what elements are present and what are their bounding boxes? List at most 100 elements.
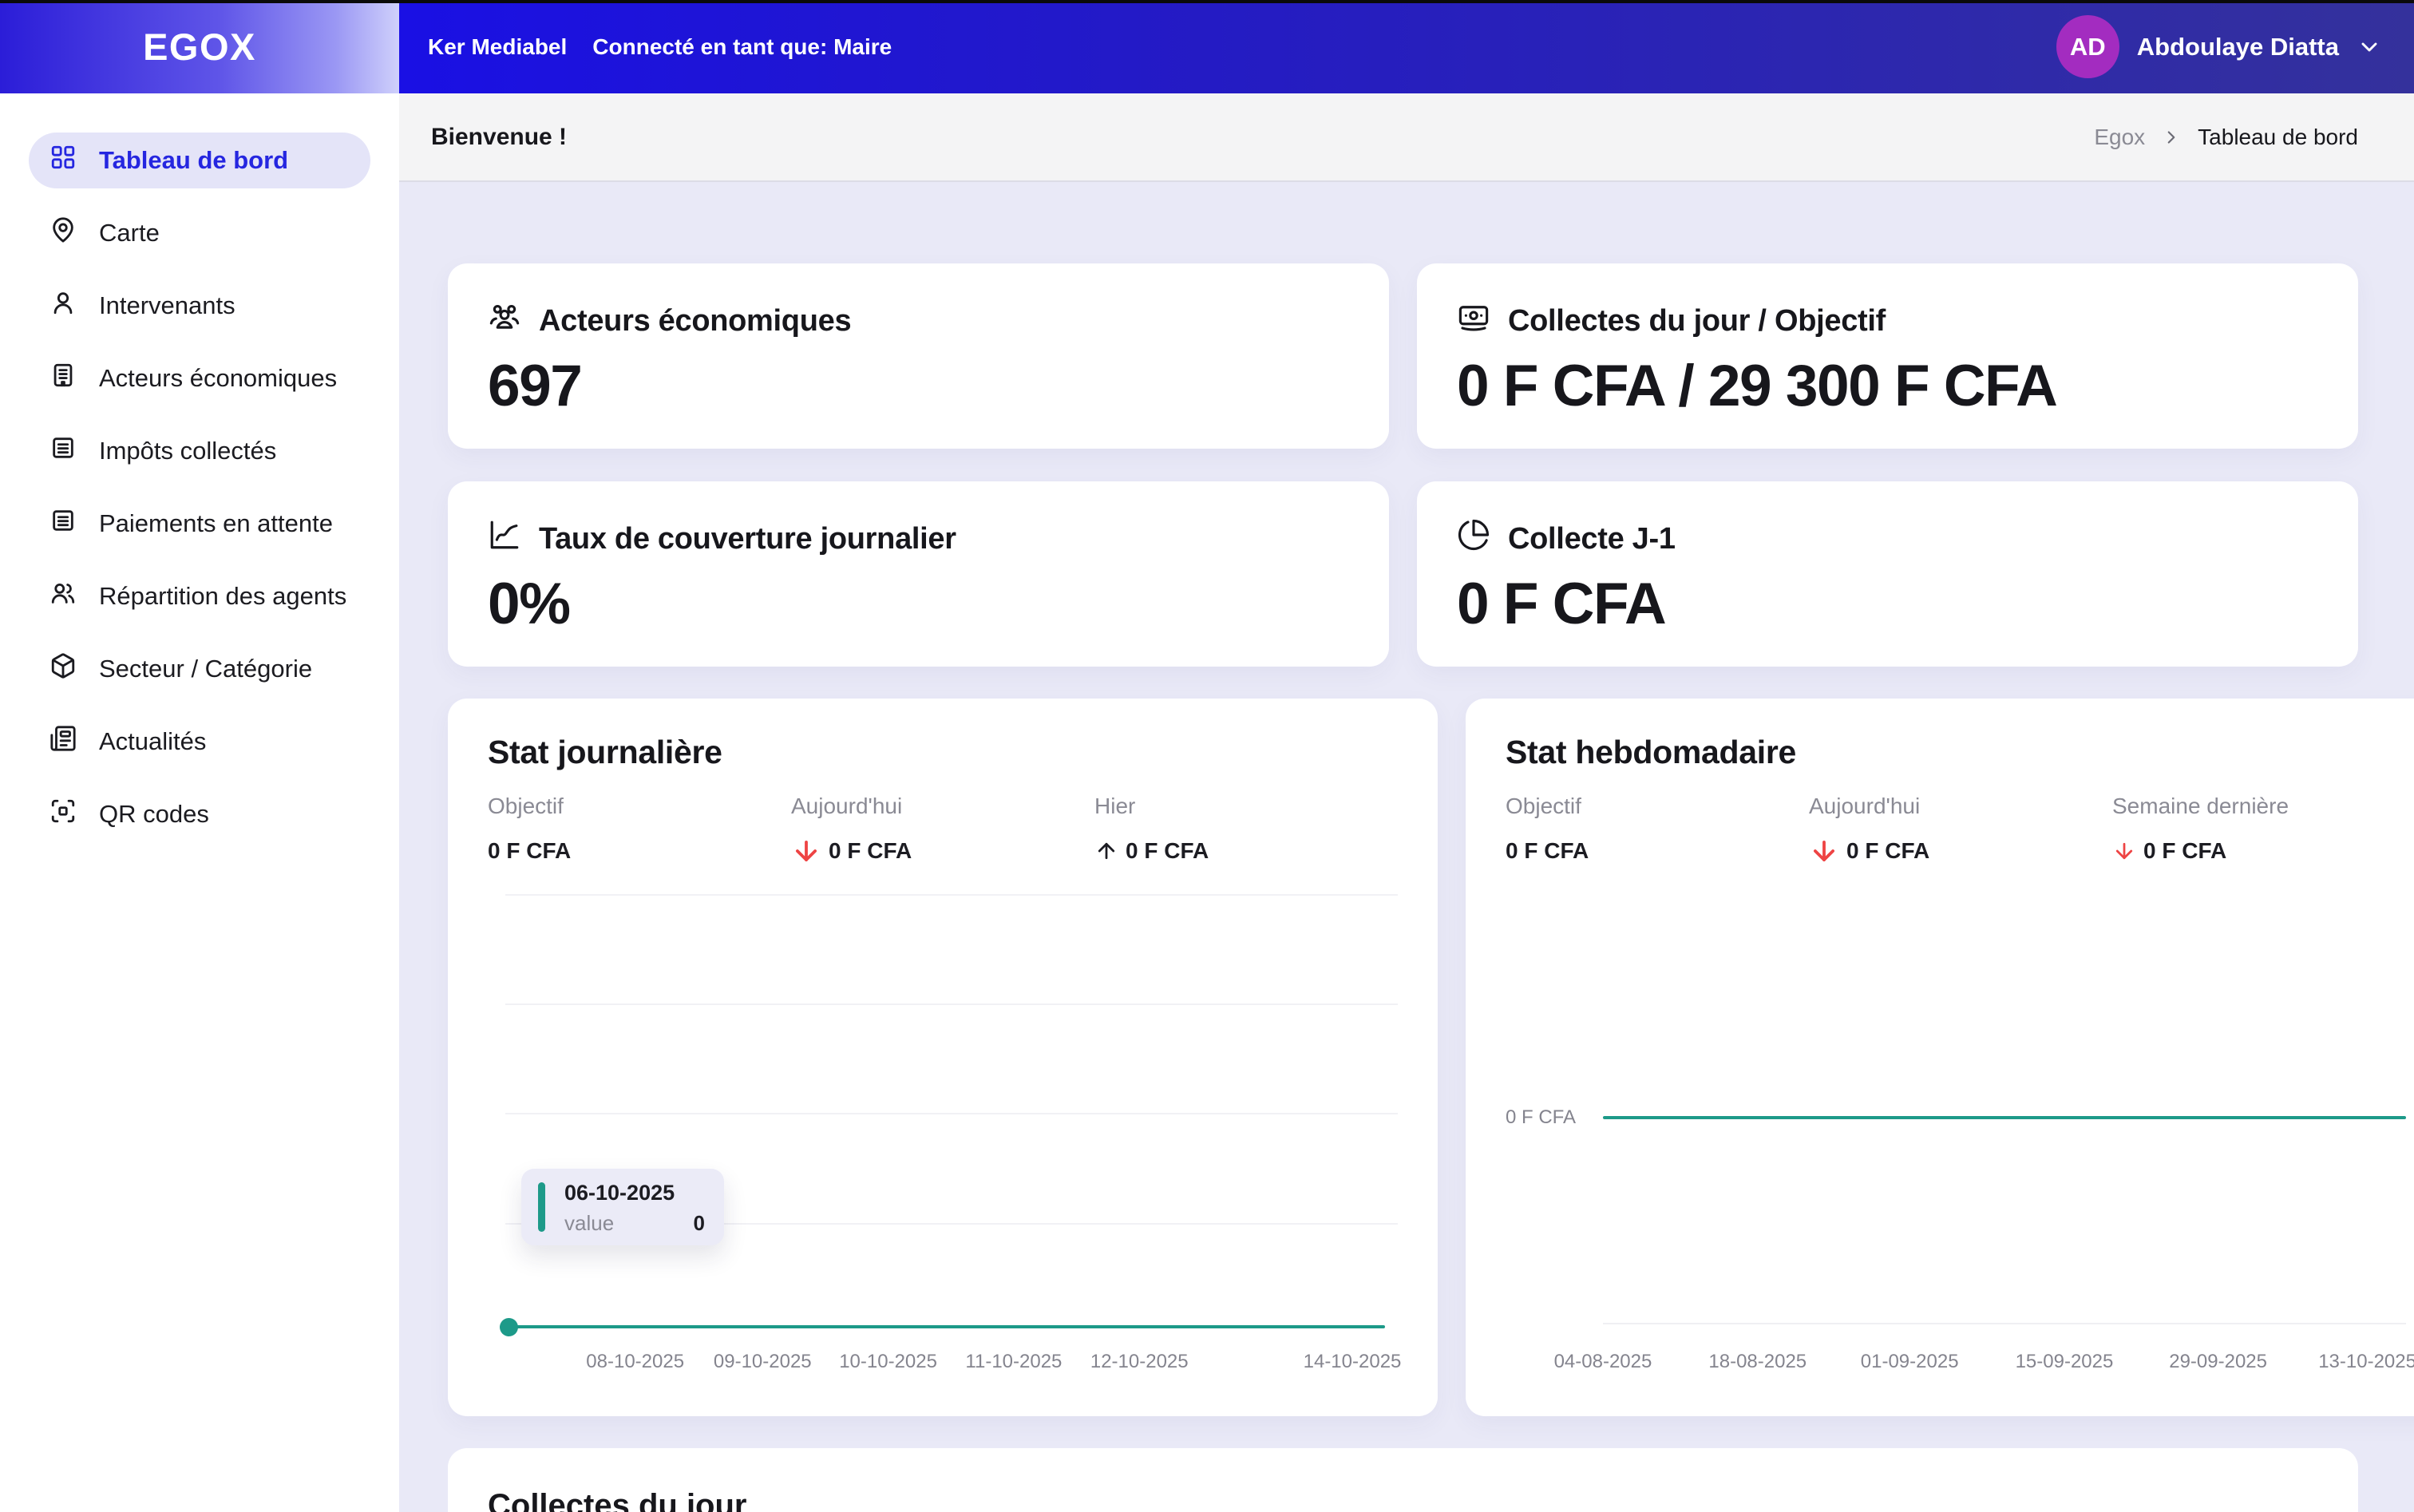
legend-label: Aujourd'hui	[791, 794, 1094, 819]
window-top-edge	[0, 0, 2414, 3]
page-header: Bienvenue ! Egox Tableau de bord	[399, 93, 2414, 182]
legend-value: 0 F CFA	[1506, 838, 1589, 864]
tooltip-series-color-bar	[538, 1182, 545, 1232]
sidebar-item-label: Paiements en attente	[99, 509, 333, 538]
dashboard-content: Acteurs économiques 697 Collectes du jou…	[399, 182, 2414, 1512]
tooltip-value: 0	[694, 1211, 705, 1236]
stat-card-collectes-objectif: Collectes du jour / Objectif 0 F CFA / 2…	[1417, 263, 2358, 449]
daily-stats-chart-card: Stat journalière Objectif 0 F CFA Aujour…	[448, 699, 1438, 1416]
gridline	[505, 1113, 1398, 1114]
sidebar-item-carte[interactable]: Carte	[29, 205, 370, 261]
sidebar-item-label: Répartition des agents	[99, 582, 346, 611]
x-axis-tick: 11-10-2025	[965, 1351, 1062, 1373]
user-menu[interactable]: AD Abdoulaye Diatta	[2056, 15, 2382, 78]
x-axis-tick: 09-10-2025	[714, 1351, 812, 1373]
gridline	[505, 894, 1398, 896]
data-line-series-value	[509, 1325, 1385, 1328]
stat-card-value: 697	[488, 353, 1349, 419]
sidebar-item-actualites[interactable]: Actualités	[29, 714, 370, 770]
x-axis-tick: 12-10-2025	[1090, 1351, 1189, 1373]
arrow-down-icon	[2112, 839, 2136, 863]
building-icon	[49, 362, 77, 395]
user-name: Abdoulaye Diatta	[2137, 33, 2339, 61]
stat-card-collecte-j-1: Collecte J-1 0 F CFA	[1417, 481, 2358, 667]
stat-card-value: 0%	[488, 571, 1349, 637]
weekly-line-chart: 0 F CFA 04-08-2025 18-08-2025 01-09-2025…	[1506, 872, 2414, 1391]
line-chart-icon	[488, 518, 521, 560]
sidebar-item-repartition-des-agents[interactable]: Répartition des agents	[29, 568, 370, 624]
stat-card-value: 0 F CFA	[1457, 571, 2318, 637]
x-axis-baseline	[1603, 1323, 2406, 1324]
sidebar: Tableau de bord Carte Intervenants Acteu…	[0, 93, 399, 1512]
chart-title: Stat hebdomadaire	[1506, 734, 2414, 771]
stat-card-acteurs-economiques: Acteurs économiques 697	[448, 263, 1389, 449]
session-role-label: Connecté en tant que: Maire	[592, 34, 892, 60]
legend-value: 0 F CFA	[1126, 838, 1209, 864]
sidebar-item-label: Impôts collectés	[99, 437, 276, 465]
pie-chart-icon	[1457, 518, 1490, 560]
sidebar-item-impots-collectes[interactable]: Impôts collectés	[29, 423, 370, 479]
data-point-marker	[500, 1318, 518, 1336]
collectes-du-jour-card: Collectes du jour	[448, 1448, 2358, 1512]
sidebar-item-label: Intervenants	[99, 291, 235, 320]
y-axis-tick: 0 F CFA	[1506, 1106, 1576, 1129]
tooltip-date: 06-10-2025	[564, 1181, 705, 1205]
x-axis-tick: 18-08-2025	[1708, 1351, 1807, 1373]
sidebar-item-intervenants[interactable]: Intervenants	[29, 278, 370, 334]
stat-cards-grid: Acteurs économiques 697 Collectes du jou…	[448, 263, 2358, 667]
x-axis-tick: 15-09-2025	[2016, 1351, 2114, 1373]
breadcrumb-root[interactable]: Egox	[2094, 125, 2145, 150]
logo-area: EGOX	[0, 0, 399, 93]
user-icon	[49, 289, 77, 323]
chart-legend: Objectif 0 F CFA Aujourd'hui 0 F CFA Hie…	[488, 794, 1398, 871]
org-name: Ker Mediabel	[428, 34, 567, 60]
legend-value: 0 F CFA	[2143, 838, 2226, 864]
charts-grid: Stat journalière Objectif 0 F CFA Aujour…	[448, 699, 2358, 1416]
sidebar-item-label: Acteurs économiques	[99, 364, 337, 393]
stat-card-value: 0 F CFA / 29 300 F CFA	[1457, 353, 2318, 419]
sidebar-item-tableau-de-bord[interactable]: Tableau de bord	[29, 133, 370, 188]
avatar[interactable]: AD	[2056, 15, 2119, 78]
document-lines-icon	[49, 434, 77, 468]
legend-value: 0 F CFA	[1846, 838, 1929, 864]
x-axis-tick: 01-09-2025	[1861, 1351, 1959, 1373]
daily-line-chart: 06-10-2025 value 0 08-10-2025 09-10-2025…	[488, 872, 1398, 1391]
stat-card-title: Collecte J-1	[1508, 522, 1676, 556]
qr-code-icon	[49, 798, 77, 831]
x-axis-tick: 04-08-2025	[1554, 1351, 1652, 1373]
arrow-down-icon	[1809, 836, 1839, 866]
arrow-down-icon	[791, 836, 821, 866]
breadcrumb: Egox Tableau de bord	[2094, 125, 2358, 150]
x-axis-tick: 14-10-2025	[1304, 1351, 1402, 1373]
app-logo: EGOX	[143, 25, 256, 69]
sidebar-item-label: Actualités	[99, 727, 206, 756]
sidebar-item-label: Carte	[99, 219, 160, 247]
banknote-icon	[1457, 300, 1490, 342]
topbar-context: Ker Mediabel Connecté en tant que: Maire	[428, 34, 892, 60]
sidebar-item-paiements-en-attente[interactable]: Paiements en attente	[29, 496, 370, 552]
sidebar-item-label: QR codes	[99, 800, 209, 829]
arrow-up-icon	[1094, 839, 1118, 863]
legend-label: Hier	[1094, 794, 1398, 819]
chevron-down-icon[interactable]	[2357, 34, 2382, 60]
chart-title: Stat journalière	[488, 734, 1398, 771]
sidebar-item-secteur-categorie[interactable]: Secteur / Catégorie	[29, 641, 370, 697]
gridline	[505, 1003, 1398, 1005]
tooltip-series-label: value	[564, 1211, 614, 1236]
document-lines-icon	[49, 507, 77, 540]
newspaper-icon	[49, 725, 77, 758]
package-icon	[49, 652, 77, 686]
sidebar-item-qr-codes[interactable]: QR codes	[29, 786, 370, 842]
weekly-stats-chart-card: Stat hebdomadaire Objectif 0 F CFA Aujou…	[1466, 699, 2414, 1416]
legend-value: 0 F CFA	[488, 838, 571, 864]
users-icon	[49, 580, 77, 613]
legend-label: Aujourd'hui	[1809, 794, 2112, 819]
people-group-icon	[488, 300, 521, 342]
chevron-right-icon	[2161, 127, 2182, 148]
topbar: EGOX Ker Mediabel Connecté en tant que: …	[0, 0, 2414, 93]
sidebar-item-acteurs-economiques[interactable]: Acteurs économiques	[29, 350, 370, 406]
sidebar-item-label: Secteur / Catégorie	[99, 655, 312, 683]
breadcrumb-current: Tableau de bord	[2198, 125, 2358, 150]
stat-card-title: Collectes du jour / Objectif	[1508, 304, 1886, 338]
legend-label: Semaine dernière	[2112, 794, 2414, 819]
